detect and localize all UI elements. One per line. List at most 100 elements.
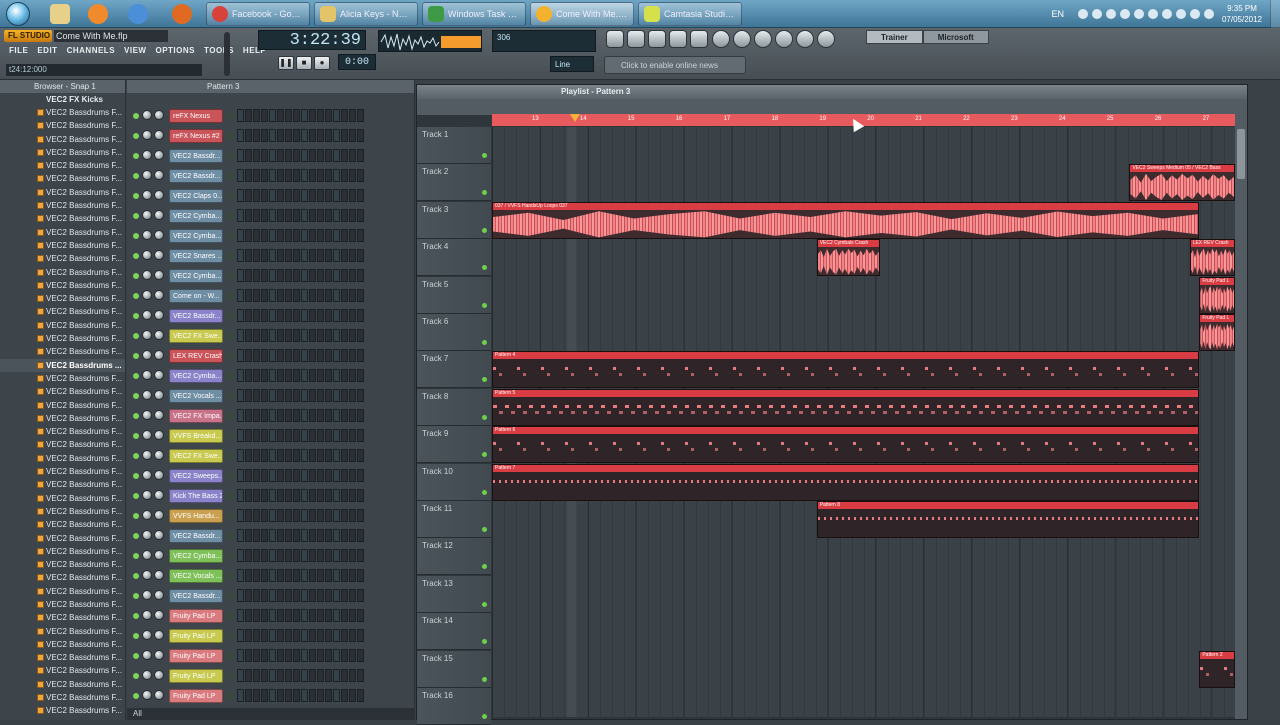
pan-knob[interactable]: [142, 330, 152, 340]
step-button[interactable]: [301, 169, 308, 182]
step-button[interactable]: [349, 469, 356, 482]
step-button[interactable]: [269, 389, 276, 402]
step-button[interactable]: [333, 309, 340, 322]
step-button[interactable]: [357, 489, 364, 502]
track-led-icon[interactable]: [482, 527, 487, 532]
step-button[interactable]: [301, 449, 308, 462]
step-button[interactable]: [301, 389, 308, 402]
step-button[interactable]: [253, 569, 260, 582]
step-button[interactable]: [261, 209, 268, 222]
browser-item[interactable]: VEC2 Bassdrums F...: [0, 518, 125, 531]
step-button[interactable]: [309, 389, 316, 402]
step-button[interactable]: [277, 249, 284, 262]
mute-led-icon[interactable]: [133, 533, 139, 539]
step-button[interactable]: [309, 569, 316, 582]
step-button[interactable]: [309, 529, 316, 542]
track-led-icon[interactable]: [482, 639, 487, 645]
browser-item[interactable]: VEC2 Bassdrums F...: [0, 598, 125, 611]
mute-led-icon[interactable]: [133, 293, 139, 299]
step-button[interactable]: [293, 249, 300, 262]
mute-led-icon[interactable]: [133, 133, 139, 139]
step-button[interactable]: [285, 289, 292, 302]
step-button[interactable]: [261, 229, 268, 242]
tempo-display[interactable]: 0:00: [338, 54, 376, 70]
step-button[interactable]: [285, 229, 292, 242]
playlist-clip[interactable]: Pattern 2: [1199, 650, 1235, 688]
step-button[interactable]: [261, 429, 268, 442]
browser-item[interactable]: VEC2 Bassdrums F...: [0, 239, 125, 252]
step-button[interactable]: [301, 409, 308, 422]
step-button[interactable]: [317, 129, 324, 142]
step-button[interactable]: [285, 529, 292, 542]
channel-row[interactable]: reFX Nexus: [127, 106, 414, 126]
step-button[interactable]: [333, 689, 340, 702]
select-led-icon[interactable]: [227, 553, 233, 559]
select-led-icon[interactable]: [227, 313, 233, 319]
step-sequencer-icon[interactable]: [627, 30, 645, 48]
step-button[interactable]: [349, 269, 356, 282]
pan-knob[interactable]: [142, 470, 152, 480]
step-button[interactable]: [341, 369, 348, 382]
step-button[interactable]: [277, 609, 284, 622]
step-button[interactable]: [237, 169, 244, 182]
channel-name-button[interactable]: VEC2 FX Swe...: [169, 329, 223, 343]
browser-item[interactable]: VEC2 Bassdrums F...: [0, 691, 125, 704]
export-icon[interactable]: [775, 30, 793, 48]
step-button[interactable]: [293, 269, 300, 282]
step-button[interactable]: [245, 109, 252, 122]
channel-name-button[interactable]: VEC2 Bassdr...: [169, 589, 223, 603]
pan-knob[interactable]: [142, 310, 152, 320]
playlist-grid[interactable]: VEC2 Sweeps Medium 05 / VEC2 Bass 037 / V…: [492, 127, 1235, 717]
channel-name-button[interactable]: VEC2 Bassdr...: [169, 309, 223, 323]
select-led-icon[interactable]: [227, 133, 233, 139]
channel-row[interactable]: Fruity Pad LP: [127, 606, 414, 626]
step-button[interactable]: [309, 489, 316, 502]
step-button[interactable]: [333, 149, 340, 162]
channel-name-button[interactable]: VEC2 Cymba...: [169, 369, 223, 383]
step-button[interactable]: [253, 409, 260, 422]
step-button[interactable]: [341, 489, 348, 502]
step-button[interactable]: [277, 429, 284, 442]
step-button[interactable]: [317, 169, 324, 182]
channel-row[interactable]: VEC2 Cymba...: [127, 366, 414, 386]
browser-item[interactable]: VEC2 Bassdrums F...: [0, 319, 125, 332]
channel-name-button[interactable]: VEC2 Sweeps...: [169, 469, 223, 483]
step-button[interactable]: [277, 149, 284, 162]
step-button[interactable]: [317, 229, 324, 242]
step-button[interactable]: [301, 469, 308, 482]
step-button[interactable]: [277, 589, 284, 602]
step-button[interactable]: [245, 329, 252, 342]
step-button[interactable]: [269, 349, 276, 362]
channel-row[interactable]: VEC2 Bassdr...: [127, 306, 414, 326]
step-button[interactable]: [325, 529, 332, 542]
step-button[interactable]: [341, 569, 348, 582]
step-button[interactable]: [317, 569, 324, 582]
step-button[interactable]: [277, 669, 284, 682]
step-button[interactable]: [253, 209, 260, 222]
volume-knob[interactable]: [154, 230, 164, 240]
step-button[interactable]: [317, 149, 324, 162]
step-button[interactable]: [285, 389, 292, 402]
mute-led-icon[interactable]: [133, 473, 139, 479]
step-button[interactable]: [245, 129, 252, 142]
step-button[interactable]: [317, 549, 324, 562]
channel-name-button[interactable]: VEC2 Cymba...: [169, 269, 223, 283]
step-button[interactable]: [261, 549, 268, 562]
channel-name-button[interactable]: Fruity Pad LP: [169, 669, 223, 683]
step-button[interactable]: [237, 229, 244, 242]
step-button[interactable]: [269, 669, 276, 682]
step-button[interactable]: [325, 229, 332, 242]
track-led-icon[interactable]: [482, 190, 487, 196]
step-button[interactable]: [293, 509, 300, 522]
track-led-icon[interactable]: [482, 227, 487, 233]
step-button[interactable]: [333, 549, 340, 562]
step-button[interactable]: [245, 529, 252, 542]
step-button[interactable]: [293, 449, 300, 462]
select-led-icon[interactable]: [227, 213, 233, 219]
track-header[interactable]: Track 2: [417, 164, 491, 202]
browser-item[interactable]: VEC2 Bassdrums F...: [0, 186, 125, 199]
channel-name-button[interactable]: VVFS Handu...: [169, 509, 223, 523]
volume-knob[interactable]: [154, 390, 164, 400]
step-button[interactable]: [293, 169, 300, 182]
step-button[interactable]: [333, 649, 340, 662]
